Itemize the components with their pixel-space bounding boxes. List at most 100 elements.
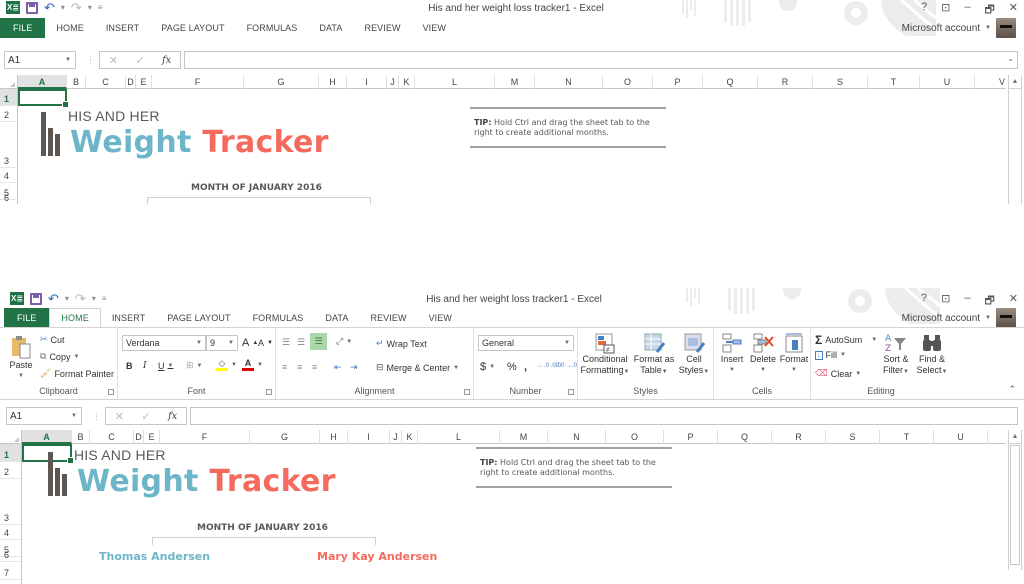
column-header-a[interactable]: A (18, 75, 67, 89)
fill-dropdown-icon[interactable]: ▼ (840, 352, 846, 358)
name-box[interactable]: A1 ▼ (4, 51, 76, 69)
tab-insert[interactable]: INSERT (95, 18, 150, 38)
column-header-u[interactable]: U (934, 430, 988, 444)
tab-formulas[interactable]: FORMULAS (236, 18, 309, 38)
column-header-i[interactable]: I (348, 430, 390, 444)
comma-button[interactable]: , (524, 361, 527, 373)
underline-button[interactable]: U ▼ (158, 361, 173, 371)
paste-button[interactable]: Paste ▼ (6, 334, 36, 382)
tab-formulas[interactable]: FORMULAS (242, 308, 315, 328)
fill-color-button[interactable]: ◇ ▼ (216, 359, 237, 371)
worksheet-grid[interactable]: ABCDEFGHIJKLMNOPQRSTUV 123456 ▲ HIS AND … (0, 75, 1024, 204)
fill-color-dropdown-icon[interactable]: ▼ (231, 362, 237, 368)
insert-function-icon[interactable]: fx (162, 55, 171, 66)
align-right-button[interactable]: ≡ (312, 362, 317, 372)
tab-view[interactable]: VIEW (412, 18, 457, 38)
clear-dropdown-icon[interactable]: ▼ (855, 371, 861, 377)
orientation-button[interactable]: ⤢ ▼ (336, 336, 352, 347)
top-align-button[interactable]: ☰ (282, 337, 290, 348)
column-header-j[interactable]: J (387, 75, 399, 89)
insert-function-icon[interactable]: fx (168, 411, 177, 422)
column-header-a[interactable]: A (22, 430, 72, 444)
scroll-up-icon[interactable]: ▲ (1009, 430, 1021, 444)
select-all-button[interactable] (0, 75, 18, 89)
font-color-button[interactable]: A ▼ (242, 359, 263, 371)
column-header-s[interactable]: S (826, 430, 880, 444)
delete-cells-button[interactable]: Delete ▼ (748, 332, 778, 376)
column-header-k[interactable]: K (402, 430, 418, 444)
decrease-decimal-button[interactable]: .00 →.0 (556, 363, 577, 369)
column-header-u[interactable]: U (920, 75, 975, 89)
cancel-icon[interactable]: ✕ (115, 410, 124, 423)
copy-button[interactable]: ⧉ Copy ▼ (40, 351, 79, 362)
middle-align-button[interactable]: ☰ (297, 337, 305, 348)
column-header-g[interactable]: G (250, 430, 320, 444)
enter-icon[interactable]: ✓ (141, 410, 150, 423)
cut-button[interactable]: ✂ Cut (40, 334, 65, 345)
font-launcher-icon[interactable] (266, 389, 272, 395)
column-header-p[interactable]: P (653, 75, 703, 89)
tab-page-layout[interactable]: PAGE LAYOUT (150, 18, 235, 38)
column-header-r[interactable]: R (758, 75, 813, 89)
conditional-formatting-button[interactable]: ≠ Conditional Formatting▼ (580, 332, 630, 378)
row-header-1[interactable]: 1 (0, 444, 21, 462)
autosum-button[interactable]: Σ AutoSum ▼ (815, 333, 877, 347)
column-header-i[interactable]: I (347, 75, 387, 89)
vertical-scrollbar[interactable]: ▲ (1008, 430, 1022, 570)
fill-button[interactable]: ↓ Fill ▼ (815, 350, 846, 360)
row-header-7[interactable]: 7 (0, 562, 21, 580)
column-header-n[interactable]: N (535, 75, 603, 89)
column-header-d[interactable]: D (134, 430, 144, 444)
column-header-o[interactable]: O (606, 430, 664, 444)
format-as-table-button[interactable]: Format as Table▼ (632, 332, 676, 378)
column-header-c[interactable]: C (86, 75, 126, 89)
selected-cell-a1[interactable] (18, 89, 69, 108)
center-button[interactable]: ≡ (297, 362, 302, 372)
column-header-f[interactable]: F (152, 75, 244, 89)
number-format-select[interactable]: General ▼ (478, 335, 574, 351)
select-all-button[interactable] (0, 430, 22, 444)
format-cells-button[interactable]: Format ▼ (778, 332, 810, 376)
merge-center-dropdown-icon[interactable]: ▼ (453, 365, 459, 371)
row-header-3[interactable]: 3 (0, 122, 17, 168)
column-header-t[interactable]: T (868, 75, 920, 89)
grow-font-button[interactable]: A ▲ (242, 337, 258, 349)
paste-dropdown-icon[interactable]: ▼ (18, 371, 24, 382)
italic-button[interactable]: I (143, 361, 147, 371)
currency-button[interactable]: $ ▼ (480, 361, 495, 373)
increase-indent-button[interactable]: ⇥ (350, 362, 358, 373)
borders-button[interactable]: ⊞ ▼ (186, 360, 203, 371)
column-header-s[interactable]: S (813, 75, 868, 89)
merge-center-button[interactable]: ⊟ Merge & Center ▼ (376, 362, 459, 373)
formula-input[interactable] (190, 407, 1018, 425)
increase-decimal-button[interactable]: ←.0 .00 (538, 363, 559, 369)
insert-cells-button[interactable]: Insert ▼ (718, 332, 746, 376)
row-header-1[interactable]: 1 (0, 89, 17, 106)
formula-bar-splitter[interactable]: ⋮ (86, 55, 95, 66)
name-box-dropdown-icon[interactable]: ▼ (65, 57, 75, 63)
expand-formula-bar-icon[interactable]: ⌄ (1007, 54, 1014, 63)
shrink-font-button[interactable]: A ▼ (258, 338, 273, 348)
column-header-c[interactable]: C (90, 430, 134, 444)
autosum-dropdown-icon[interactable]: ▼ (871, 337, 877, 343)
number-launcher-icon[interactable] (568, 389, 574, 395)
collapse-ribbon-button[interactable]: ⌃ (1008, 384, 1016, 395)
column-header-e[interactable]: E (136, 75, 152, 89)
name-box-dropdown-icon[interactable]: ▼ (71, 413, 81, 419)
tab-insert[interactable]: INSERT (101, 308, 156, 328)
column-header-d[interactable]: D (126, 75, 136, 89)
row-header-3[interactable]: 3 (0, 479, 21, 525)
worksheet-grid[interactable]: ABCDEFGHIJKLMNOPQRSTUV 1234567 ▲ HIS AND… (0, 430, 1024, 584)
tab-home[interactable]: HOME (45, 18, 94, 38)
clipboard-launcher-icon[interactable] (108, 389, 114, 395)
column-header-n[interactable]: N (548, 430, 606, 444)
tab-review[interactable]: REVIEW (353, 18, 411, 38)
number-format-dropdown-icon[interactable]: ▼ (564, 340, 573, 346)
formula-bar-splitter[interactable]: ⋮ (92, 411, 101, 422)
tab-data[interactable]: DATA (314, 308, 359, 328)
tab-page-layout[interactable]: PAGE LAYOUT (156, 308, 241, 328)
scroll-thumb[interactable] (1010, 445, 1020, 565)
tab-review[interactable]: REVIEW (359, 308, 417, 328)
row-header-4[interactable]: 4 (0, 168, 17, 183)
bold-button[interactable]: B (126, 361, 133, 371)
